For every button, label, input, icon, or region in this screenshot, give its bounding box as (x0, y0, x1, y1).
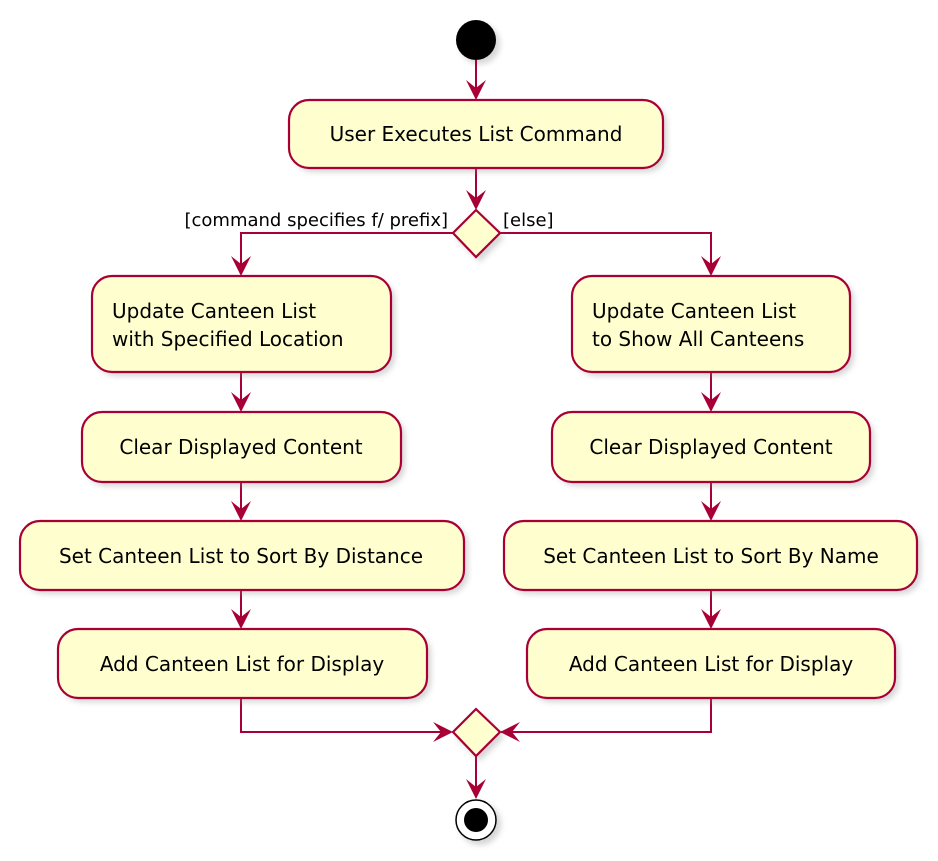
action-label: Add Canteen List for Display (100, 652, 385, 676)
guard-right: [else] (503, 210, 554, 231)
action-label: User Executes List Command (330, 122, 623, 146)
action-label: Add Canteen List for Display (569, 652, 854, 676)
action-label: Update Canteen List (592, 299, 796, 323)
action-user-executes-list-command: User Executes List Command (287, 98, 667, 172)
start-node-icon (456, 20, 496, 60)
action-label: Clear Displayed Content (119, 435, 362, 459)
guard-left: [command specifies f/ prefix] (184, 210, 448, 231)
action-label: Set Canteen List to Sort By Distance (59, 544, 423, 568)
action-label: to Show All Canteens (592, 327, 804, 351)
action-clear-displayed-content-right: Clear Displayed Content (550, 410, 874, 486)
decision-diamond (451, 208, 504, 262)
action-label: Update Canteen List (112, 299, 316, 323)
action-sort-by-name: Set Canteen List to Sort By Name (502, 519, 921, 594)
action-add-canteen-list-left: Add Canteen List for Display (56, 627, 431, 702)
action-sort-by-distance: Set Canteen List to Sort By Distance (18, 519, 468, 594)
action-update-canteen-list-all: Update Canteen List to Show All Canteens (570, 274, 854, 376)
action-clear-displayed-content-left: Clear Displayed Content (80, 410, 405, 486)
action-label: with Specified Location (112, 327, 344, 351)
merge-diamond (451, 707, 504, 761)
end-node-icon (455, 799, 501, 845)
action-add-canteen-list-right: Add Canteen List for Display (525, 627, 899, 702)
action-label: Clear Displayed Content (589, 435, 832, 459)
activity-diagram: User Executes List Command [command spec… (18, 20, 921, 845)
action-update-canteen-list-location: Update Canteen List with Specified Locat… (90, 274, 395, 376)
action-label: Set Canteen List to Sort By Name (543, 544, 879, 568)
